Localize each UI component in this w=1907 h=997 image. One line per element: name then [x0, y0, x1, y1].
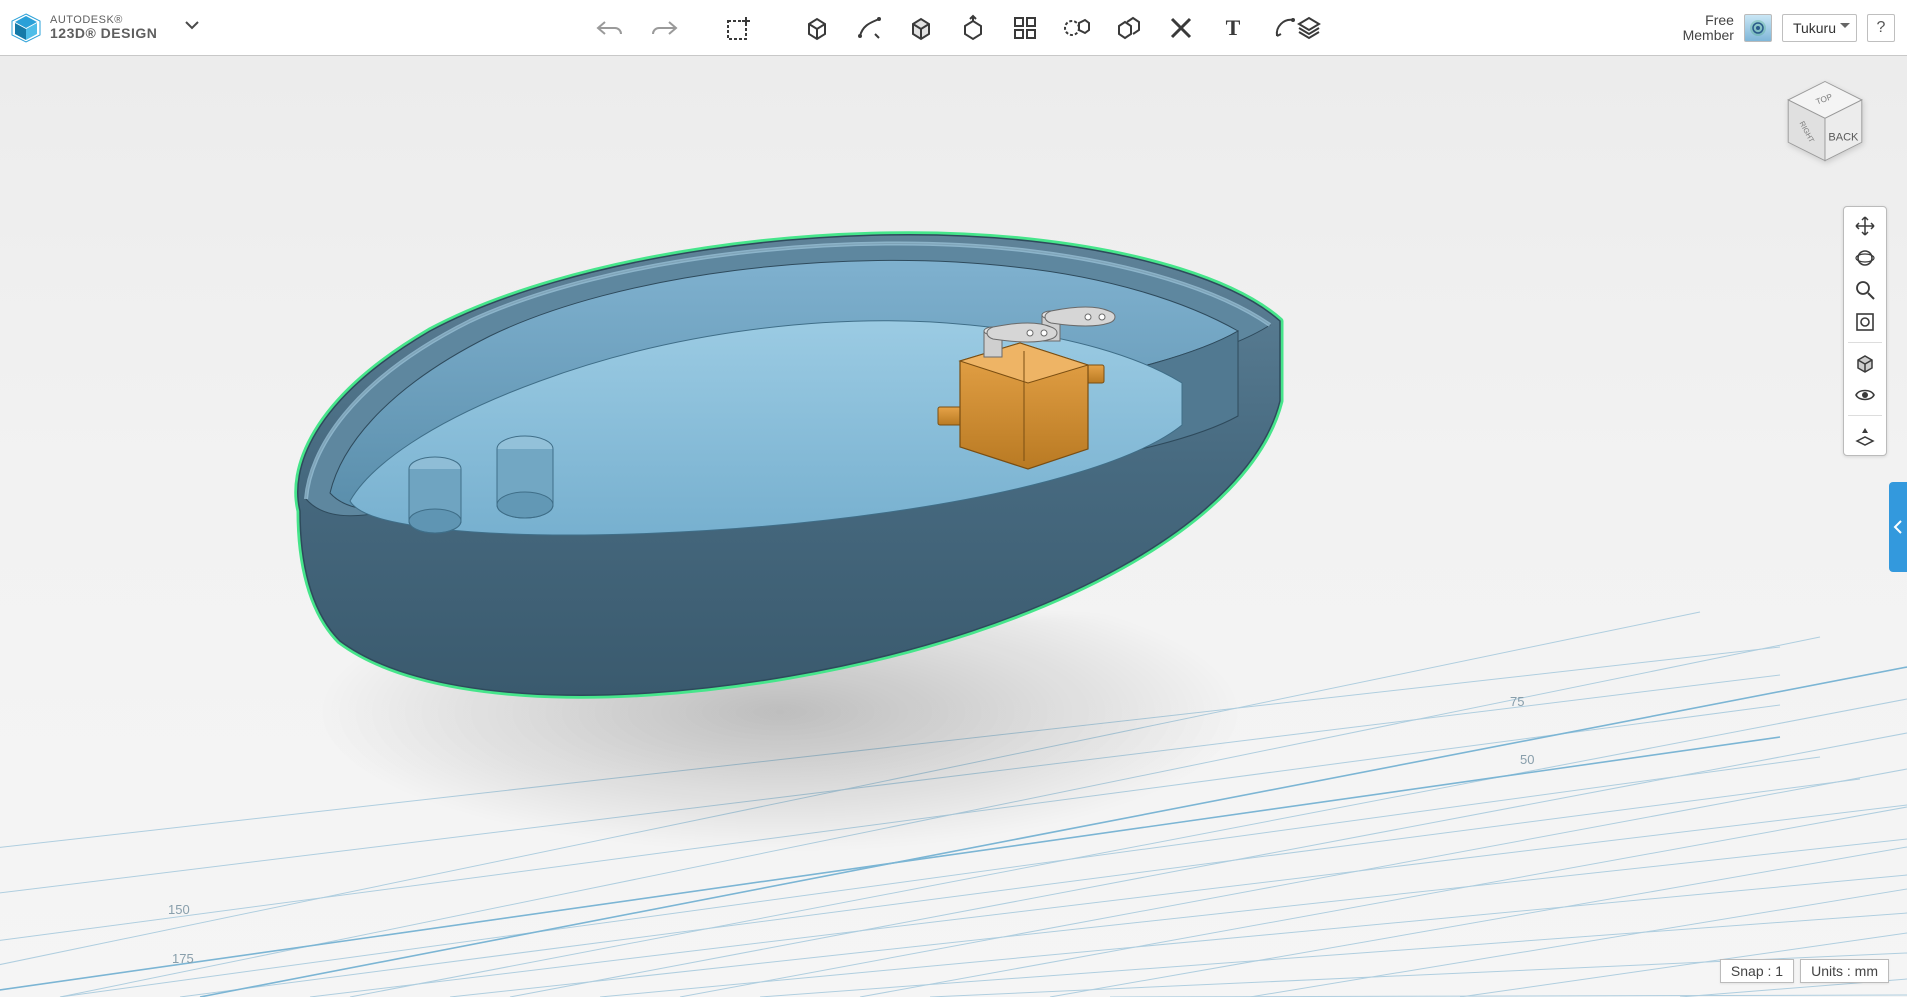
app-name-label: 123D® DESIGN [50, 26, 157, 40]
status-bar: Snap : 1 Units : mm [1720, 959, 1889, 983]
membership-line2: Member [1683, 28, 1734, 43]
undo-button[interactable] [590, 9, 628, 47]
grid-tick: 75 [1510, 694, 1524, 709]
post-right [497, 436, 553, 518]
main-menu-dropdown[interactable] [183, 16, 201, 39]
units-value: mm [1855, 963, 1878, 979]
sketch-button[interactable] [850, 9, 888, 47]
text-button[interactable]: T [1214, 9, 1252, 47]
boat-model[interactable] [270, 201, 1350, 761]
navigation-toolbar [1843, 206, 1887, 456]
membership-line1: Free [1683, 13, 1734, 28]
top-toolbar: AUTODESK® 123D® DESIGN [0, 0, 1907, 56]
materials-button[interactable] [1290, 9, 1328, 47]
orbit-button[interactable] [1848, 243, 1882, 273]
username-label: Tukuru [1793, 20, 1836, 36]
pattern-button[interactable] [1006, 9, 1044, 47]
app-title: AUTODESK® 123D® DESIGN [50, 15, 157, 40]
units-status[interactable]: Units : mm [1800, 959, 1889, 983]
account-block: Free Member Tukuru ? [1683, 0, 1895, 56]
primitives-button[interactable] [798, 9, 836, 47]
visibility-button[interactable] [1848, 380, 1882, 410]
zoom-button[interactable] [1848, 275, 1882, 305]
membership-label: Free Member [1683, 13, 1734, 42]
user-dropdown[interactable]: Tukuru [1782, 14, 1857, 42]
toggles-button[interactable] [1848, 421, 1882, 451]
undo-redo-group [590, 0, 684, 56]
materials-group [1290, 0, 1328, 56]
construct-button[interactable] [902, 9, 940, 47]
insert-group [720, 0, 758, 56]
separator [1848, 415, 1882, 416]
grid-tick: 150 [168, 902, 190, 917]
redo-button[interactable] [646, 9, 684, 47]
main-tools-group: T [798, 0, 1304, 56]
app-logo-block[interactable]: AUTODESK® 123D® DESIGN [0, 10, 201, 46]
app-logo-icon [8, 10, 44, 46]
svg-text:T: T [1226, 15, 1241, 40]
insert-button[interactable] [720, 9, 758, 47]
user-avatar-icon[interactable] [1744, 14, 1772, 42]
fit-button[interactable] [1848, 307, 1882, 337]
viewcube-face-label: BACK [1828, 131, 1859, 143]
grouping-button[interactable] [1058, 9, 1096, 47]
adjust-button[interactable] [1162, 9, 1200, 47]
snap-value: 1 [1775, 963, 1783, 979]
side-panel-expand[interactable] [1889, 482, 1907, 572]
pan-button[interactable] [1848, 211, 1882, 241]
units-label: Units : [1811, 963, 1851, 979]
help-button[interactable]: ? [1867, 14, 1895, 42]
viewport-canvas[interactable]: 150 175 50 75 [0, 56, 1907, 997]
grid-tick: 50 [1520, 752, 1534, 767]
separator [1848, 342, 1882, 343]
modify-button[interactable] [954, 9, 992, 47]
help-label: ? [1877, 19, 1886, 37]
post-left [409, 457, 461, 533]
display-mode-button[interactable] [1848, 348, 1882, 378]
grid-tick: 175 [172, 951, 194, 966]
snap-status[interactable]: Snap : 1 [1720, 959, 1794, 983]
view-cube[interactable]: TOP RIGHT BACK [1779, 76, 1871, 168]
combine-button[interactable] [1110, 9, 1148, 47]
snap-label: Snap : [1731, 963, 1771, 979]
